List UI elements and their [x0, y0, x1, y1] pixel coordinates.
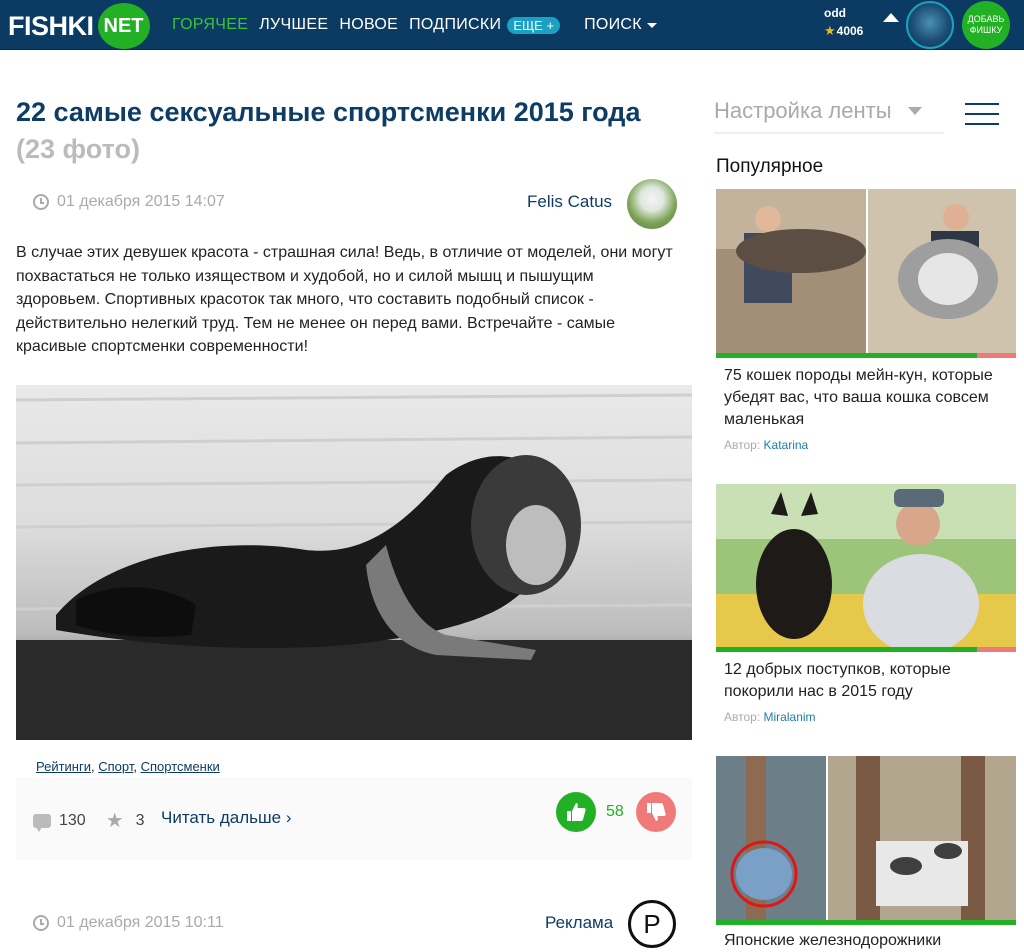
popular-section-title: Популярное [716, 156, 824, 177]
search-menu[interactable]: ПОИСК [584, 16, 657, 34]
logo-badge: NET [97, 3, 150, 49]
popular-card-image[interactable] [716, 484, 1016, 647]
author-link[interactable]: Katarina [764, 438, 809, 452]
popular-card-author: Автор: Miralanim [724, 710, 816, 724]
nav-more-button[interactable]: ЕЩЕ + [507, 16, 561, 34]
clock-icon [33, 194, 49, 210]
nav-item-best[interactable]: ЛУЧШЕЕ [259, 16, 328, 34]
rating-bar [716, 920, 1016, 925]
favorite-count: 3 [135, 811, 145, 829]
ad-label[interactable]: Реклама [545, 913, 613, 933]
search-label: ПОИСК [584, 16, 642, 33]
dislike-button[interactable] [636, 792, 676, 832]
comment-count[interactable]: 130 [59, 812, 86, 830]
logo-text: FISHKI [8, 10, 94, 41]
nav-item-new[interactable]: НОВОЕ [339, 16, 398, 34]
tag-link[interactable]: Рейтинги [36, 759, 91, 774]
card-photo [716, 756, 1016, 920]
next-publish-date-text: 01 декабря 2015 10:11 [57, 914, 224, 931]
publish-date-text: 01 декабря 2015 14:07 [57, 193, 225, 210]
feed-settings-dropdown[interactable]: Настройка ленты [714, 98, 922, 124]
popular-card-title[interactable]: 12 добрых поступков, которые покорили на… [724, 659, 1014, 703]
tag-list: Рейтинги, Спорт, Спортсменки [36, 759, 220, 774]
popular-card-author: Автор: Katarina [724, 438, 808, 452]
tag-link[interactable]: Спорт [98, 759, 133, 774]
star-icon: ★ [824, 23, 836, 38]
article-stats: 130 ★ 3 [33, 808, 145, 833]
publish-date: 01 декабря 2015 14:07 [33, 193, 225, 211]
rating-bar [716, 353, 1016, 358]
site-logo[interactable]: FISHKI NET [8, 3, 150, 49]
user-score: ★ 4006 [824, 23, 884, 39]
popular-card-title[interactable]: Японские железнодорожники [724, 930, 1014, 952]
divider [714, 132, 944, 134]
ad-icon[interactable]: P [628, 900, 676, 948]
author-prefix: Автор: [724, 710, 761, 724]
popular-card-image[interactable] [716, 756, 1016, 920]
thumbs-up-icon [567, 803, 586, 821]
score-value: 4006 [836, 24, 864, 38]
top-navigation-bar: FISHKI NET ГОРЯЧЕЕ ЛУЧШЕЕ НОВОЕ ПОДПИСКИ… [0, 0, 1024, 50]
read-more-link[interactable]: Читать дальше › [161, 808, 292, 828]
nav-item-hot[interactable]: ГОРЯЧЕЕ [172, 16, 248, 34]
comment-icon[interactable] [33, 813, 51, 832]
feed-settings-label: Настройка ленты [714, 98, 892, 123]
vote-count: 58 [606, 803, 624, 820]
chevron-down-icon [907, 107, 922, 115]
nav-item-subscriptions[interactable]: ПОДПИСКИ [409, 16, 501, 34]
hamburger-menu-icon[interactable] [965, 103, 999, 125]
rating-bar [716, 647, 1016, 652]
popular-card-title[interactable]: 75 кошек породы мейн-кун, которые убедят… [724, 365, 1014, 431]
author-prefix: Автор: [724, 438, 761, 452]
tag-link[interactable]: Спортсменки [141, 759, 220, 774]
add-post-button[interactable]: ДОБАВЬ ФИШКУ [962, 1, 1010, 49]
scroll-up-icon[interactable] [883, 13, 899, 22]
clock-icon [33, 915, 49, 931]
favorite-icon[interactable]: ★ [106, 808, 124, 833]
user-info[interactable]: odd ★ 4006 [824, 6, 884, 39]
article-title[interactable]: 22 самые сексуальные спортсменки 2015 го… [16, 94, 696, 168]
article-title-text: 22 самые сексуальные спортсменки 2015 го… [16, 97, 641, 127]
thumbs-down-icon [647, 803, 666, 821]
author-name[interactable]: Felis Catus [527, 192, 612, 212]
main-nav: ГОРЯЧЕЕ ЛУЧШЕЕ НОВОЕ ПОДПИСКИ ЕЩЕ + ПОИС… [172, 0, 657, 50]
card-photo [716, 189, 1016, 353]
article-hero-image[interactable] [16, 385, 692, 740]
author-avatar[interactable] [627, 179, 677, 229]
photo-count: (23 фото) [16, 134, 140, 164]
popular-card-image[interactable] [716, 189, 1016, 353]
author-link[interactable]: Miralanim [764, 710, 816, 724]
chevron-down-icon [646, 22, 657, 28]
avatar[interactable] [906, 1, 954, 49]
hero-photo [16, 393, 692, 740]
card-photo [716, 484, 1016, 647]
article-lead: В случае этих девушек красота - страшная… [16, 244, 673, 355]
username: odd [824, 6, 846, 20]
like-button[interactable] [556, 792, 596, 832]
next-publish-date: 01 декабря 2015 10:11 [33, 914, 224, 932]
